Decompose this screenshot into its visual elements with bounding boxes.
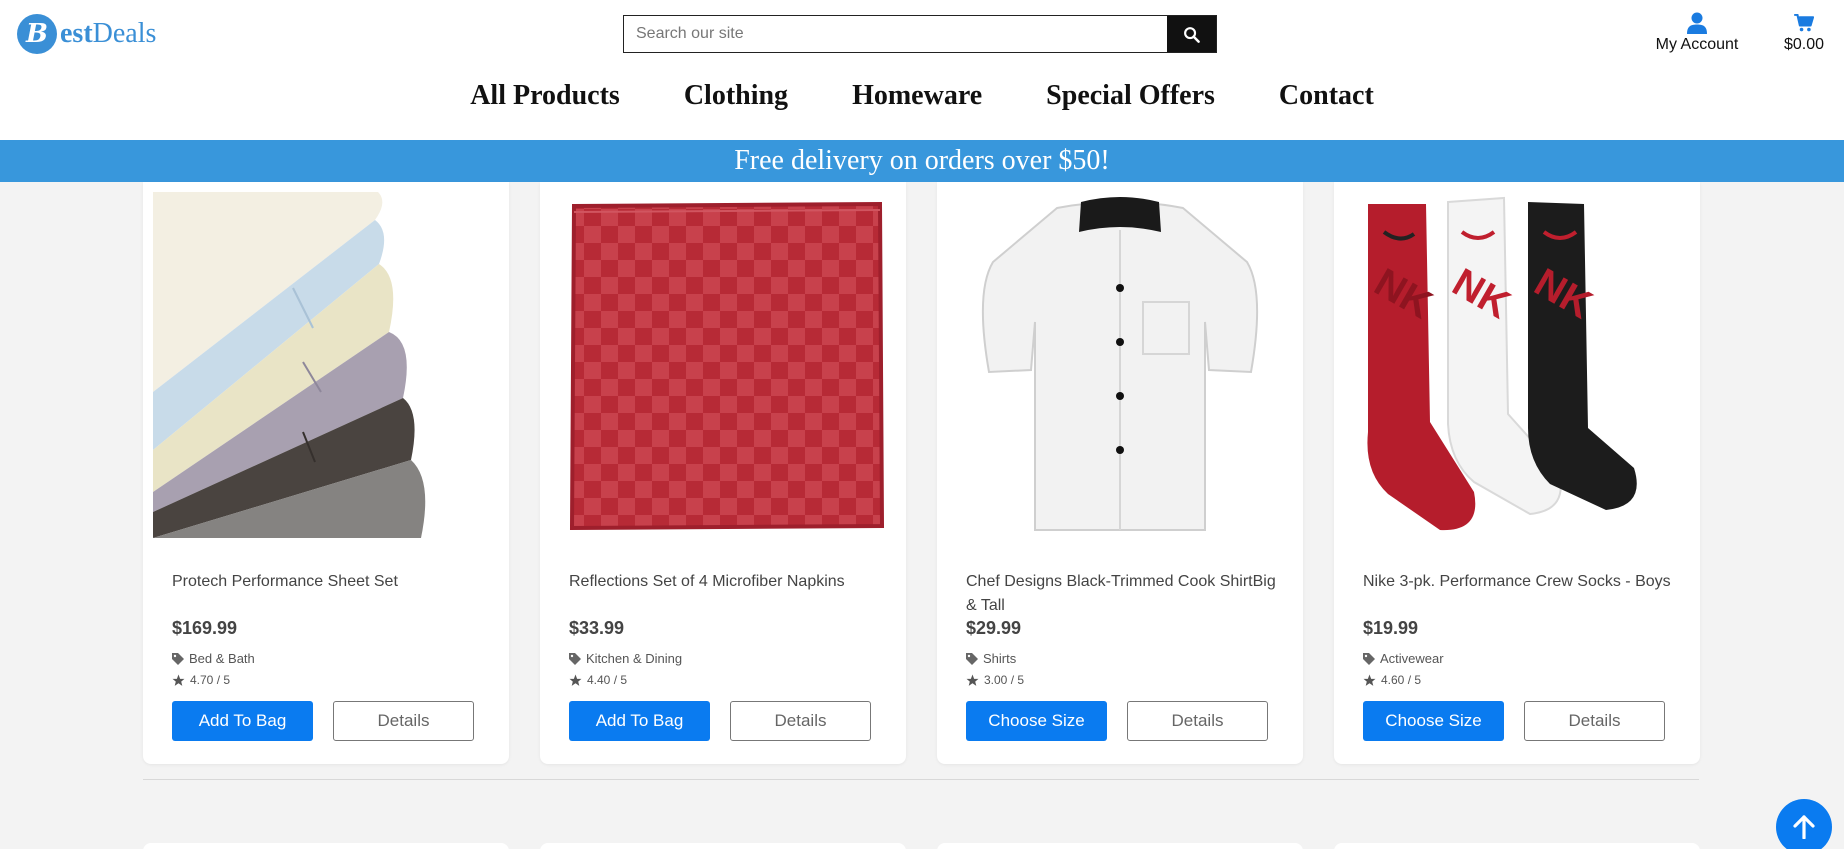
scroll-to-top-button[interactable] bbox=[1776, 799, 1832, 849]
product-rating: 4.60 / 5 bbox=[1363, 673, 1421, 687]
product-category-label: Activewear bbox=[1380, 651, 1444, 666]
section-divider bbox=[143, 779, 1699, 780]
product-image-napkins[interactable] bbox=[550, 192, 896, 538]
choose-size-button[interactable]: Choose Size bbox=[966, 701, 1107, 741]
product-name[interactable]: Nike 3-pk. Performance Crew Socks - Boys bbox=[1363, 570, 1673, 594]
add-to-bag-button[interactable]: Add To Bag bbox=[172, 701, 313, 741]
product-category: Kitchen & Dining bbox=[569, 651, 682, 666]
search-input[interactable] bbox=[624, 16, 1167, 52]
product-grid: Protech Performance Sheet Set $169.99 Be… bbox=[143, 182, 1700, 764]
add-to-bag-button[interactable]: Add To Bag bbox=[569, 701, 710, 741]
logo-text: estDeals bbox=[60, 18, 156, 50]
cart-link[interactable]: $0.00 bbox=[1776, 10, 1832, 54]
product-card: NK NK NK Nike 3-pk. Performance Crew Soc… bbox=[1334, 182, 1700, 764]
product-card: Reflections Set of 4 Microfiber Napkins … bbox=[540, 182, 906, 764]
details-button[interactable]: Details bbox=[1524, 701, 1665, 741]
product-rating-value: 3.00 / 5 bbox=[984, 673, 1025, 687]
search-icon bbox=[1184, 26, 1200, 43]
promo-banner: Free delivery on orders over $50! bbox=[0, 140, 1844, 182]
product-name[interactable]: Protech Performance Sheet Set bbox=[172, 570, 482, 594]
product-category-label: Shirts bbox=[983, 651, 1017, 666]
product-price: $169.99 bbox=[172, 618, 238, 638]
nav-all-products[interactable]: All Products bbox=[470, 80, 620, 112]
product-card: Protech Performance Sheet Set $169.99 Be… bbox=[143, 182, 509, 764]
tag-icon bbox=[569, 652, 581, 665]
cart-total: $0.00 bbox=[1783, 36, 1825, 53]
logo-text-bold: est bbox=[60, 18, 93, 49]
product-price: $19.99 bbox=[1363, 618, 1419, 638]
arrow-up-icon bbox=[1793, 815, 1815, 839]
logo-badge: B bbox=[17, 14, 57, 54]
star-icon bbox=[966, 674, 979, 686]
tag-icon bbox=[172, 652, 184, 665]
product-rating: 4.40 / 5 bbox=[569, 673, 627, 687]
nav-homeware[interactable]: Homeware bbox=[852, 80, 982, 112]
logo-text-rest: Deals bbox=[92, 18, 157, 49]
product-price: $29.99 bbox=[966, 618, 1022, 638]
product-image-chef-shirt[interactable] bbox=[947, 192, 1293, 538]
product-rating-value: 4.60 / 5 bbox=[1381, 673, 1422, 687]
product-name[interactable]: Chef Designs Black-Trimmed Cook ShirtBig… bbox=[966, 570, 1276, 618]
next-product-card bbox=[143, 843, 509, 849]
product-name[interactable]: Reflections Set of 4 Microfiber Napkins bbox=[569, 570, 879, 594]
main-nav: All Products Clothing Homeware Special O… bbox=[0, 80, 1844, 112]
product-rating-value: 4.40 / 5 bbox=[587, 673, 628, 687]
product-image-sheet-set[interactable] bbox=[153, 192, 499, 538]
product-category: Activewear bbox=[1363, 651, 1444, 666]
tag-icon bbox=[966, 652, 978, 665]
product-category: Bed & Bath bbox=[172, 651, 255, 666]
product-price: $33.99 bbox=[569, 618, 625, 638]
my-account-link[interactable]: My Account bbox=[1650, 10, 1744, 54]
search-button[interactable] bbox=[1167, 16, 1216, 52]
details-button[interactable]: Details bbox=[333, 701, 474, 741]
product-rating: 4.70 / 5 bbox=[172, 673, 230, 687]
search-bar bbox=[623, 15, 1217, 53]
site-logo[interactable]: B estDeals bbox=[17, 14, 156, 54]
star-icon bbox=[569, 674, 582, 686]
product-category: Shirts bbox=[966, 651, 1016, 666]
product-image-socks[interactable]: NK NK NK bbox=[1344, 192, 1690, 538]
star-icon bbox=[1363, 674, 1376, 686]
tag-icon bbox=[1363, 652, 1375, 665]
my-account-label: My Account bbox=[1655, 36, 1739, 53]
product-rating: 3.00 / 5 bbox=[966, 673, 1024, 687]
details-button[interactable]: Details bbox=[730, 701, 871, 741]
product-category-label: Kitchen & Dining bbox=[586, 651, 683, 666]
star-icon bbox=[172, 674, 185, 686]
nav-clothing[interactable]: Clothing bbox=[684, 80, 788, 112]
product-rating-value: 4.70 / 5 bbox=[190, 673, 231, 687]
choose-size-button[interactable]: Choose Size bbox=[1363, 701, 1504, 741]
site-header: B estDeals My Account bbox=[0, 0, 1844, 140]
details-button[interactable]: Details bbox=[1127, 701, 1268, 741]
user-icon bbox=[1687, 12, 1707, 34]
next-product-card bbox=[1334, 843, 1700, 849]
next-product-card bbox=[937, 843, 1303, 849]
next-product-card bbox=[540, 843, 906, 849]
product-card: Chef Designs Black-Trimmed Cook ShirtBig… bbox=[937, 182, 1303, 764]
nav-contact[interactable]: Contact bbox=[1279, 80, 1374, 112]
nav-special-offers[interactable]: Special Offers bbox=[1046, 80, 1215, 112]
product-category-label: Bed & Bath bbox=[189, 651, 255, 666]
cart-icon bbox=[1794, 14, 1814, 32]
